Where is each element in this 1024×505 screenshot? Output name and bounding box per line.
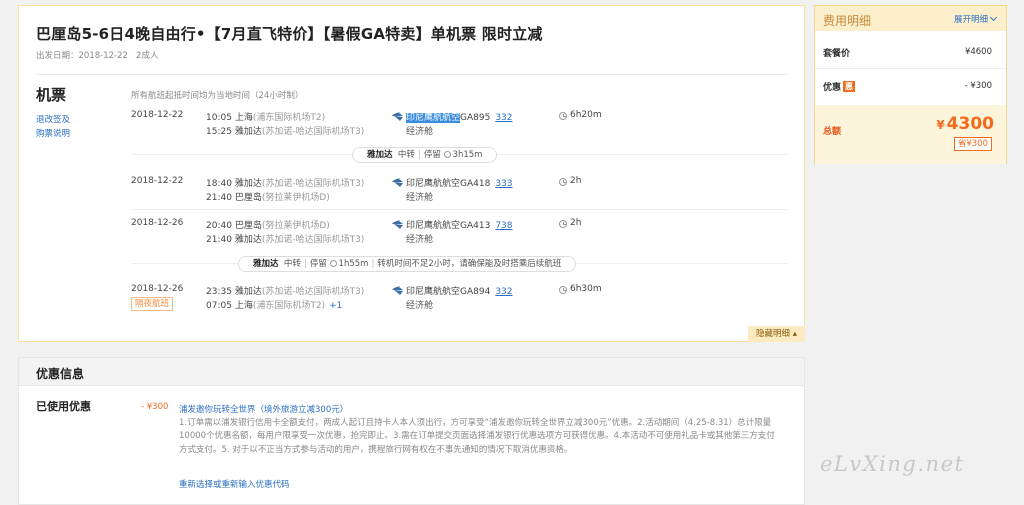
clock-icon [559,220,567,228]
fee-title: 费用明细 [823,14,872,28]
promo-section-title: 优惠信息 [36,367,85,381]
segment-2-plane-type[interactable]: 333 [495,179,512,189]
segment-3-arrival: 21:40 雅加达(苏加诺-哈达国际机场T3) [206,235,365,245]
refund-policy-link[interactable]: 退改签及 [36,113,70,125]
segment-4-plane-type[interactable]: 332 [495,287,512,297]
purchase-info-link[interactable]: 购票说明 [36,127,70,139]
expand-details-button[interactable]: 展开明细 [954,13,998,25]
next-day-indicator: +1 [329,301,343,311]
fee-summary-card: 费用明细 展开明细 套餐价 ¥4600 优惠惠 - ¥300 总额 ¥4300 … [814,5,1007,164]
transfer-info-1: 雅加达 中转 | 停留 3h15m [352,147,498,163]
total-section: 总额 ¥4300 省¥300 [815,105,1006,164]
discount-label: 优惠惠 [823,81,856,93]
time-note: 所有航班起抵时间均为当地时间（24小时制） [131,91,304,101]
segment-2-date: 2018-12-22 [131,176,184,186]
segment-1-cabin: 经济舱 [406,127,434,137]
total-price: ¥4300 [936,114,994,134]
segment-3-cabin: 经济舱 [406,235,434,245]
transfer-warning: 转机时间不足2小时，请确保能及时搭乘后续航班 [377,259,562,269]
title-divider [36,74,788,75]
clock-icon [443,151,451,158]
segment-1-plane-type[interactable]: 332 [495,113,512,123]
segment-1-airline: 印尼鹰航航空GA895 332 [406,113,513,123]
segment-3-date: 2018-12-26 [131,218,184,228]
discount-value: - ¥300 [964,81,992,91]
airline-selected-text: 印尼鹰航航空 [406,113,461,123]
segment-divider [131,209,788,210]
segment-2-arrival: 21:40 巴厘岛(努拉莱伊机场D) [206,193,330,203]
segment-2-departure: 18:40 雅加达(苏加诺-哈达国际机场T3) [206,179,365,189]
package-price-value: ¥4600 [964,47,992,57]
hide-details-button[interactable]: 隐藏明细 ▴ [748,326,805,342]
promo-description: 1.订单需以浦发银行信用卡全额支付，两成人起订且持卡人本人须出行，方可享受“浦发… [179,418,775,455]
segment-4-date: 2018-12-26 [131,284,184,294]
clock-icon [559,112,567,120]
segment-1-date: 2018-12-22 [131,110,184,120]
plane-icon [392,178,403,187]
clock-icon [559,178,567,186]
segment-3-plane-type[interactable]: 738 [495,221,512,231]
overnight-flight-tag: 隔夜航班 [131,297,174,311]
segment-4-arrival: 07:05 上海(浦东国际机场T2) +1 [206,301,343,311]
plane-icon [392,112,403,121]
segment-2-airline: 印尼鹰航航空GA418 333 [406,179,513,189]
promo-header: 优惠信息 [19,358,804,386]
transfer-info-2: 雅加达 中转 | 停留 1h55m | 转机时间不足2小时，请确保能及时搭乘后续航班 [238,256,577,272]
segment-4-cabin: 经济舱 [406,301,434,311]
promotion-card: 优惠信息 已使用优惠 - ¥300 浦发邀你玩转全世界（境外旅游立减300元） … [18,357,805,505]
clock-icon [329,260,337,267]
promo-amount: - ¥300 [141,402,169,412]
segment-1-departure: 10:05 上海(浦东国际机场T2) [206,113,326,123]
segment-1-duration: 6h20m [570,110,602,120]
flight-detail-card: 巴厘岛5-6日4晚自由行•【7月直飞特价】【暑假GA特卖】单机票 限时立减 出发… [18,5,805,342]
reselect-promo-link[interactable]: 重新选择或重新输入优惠代码 [179,478,290,490]
segment-2-duration: 2h [570,176,582,186]
segment-3-duration: 2h [570,218,582,228]
plane-icon [392,220,403,229]
departure-info: 出发日期：2018-12-22 2成人 [36,49,158,61]
caret-up-icon: ▴ [792,329,797,339]
segment-4-airline: 印尼鹰航航空GA894 332 [406,287,513,297]
traveler-count: 2成人 [136,51,159,61]
promo-name: 浦发邀你玩转全世界（境外旅游立减300元） [179,405,349,415]
segment-4-duration: 6h30m [570,284,602,294]
segment-2-cabin: 经济舱 [406,193,434,203]
flights-section-title: 机票 [36,86,67,104]
plane-icon [392,286,403,295]
discount-badge: 惠 [843,81,856,92]
segment-4-departure: 23:35 雅加达(苏加诺-哈达国际机场T3) [206,287,365,297]
savings-badge: 省¥300 [953,137,992,151]
departure-date: 2018-12-22 [78,51,128,61]
product-title: 巴厘岛5-6日4晚自由行•【7月直飞特价】【暑假GA特卖】单机票 限时立减 [36,25,543,43]
segment-3-airline: 印尼鹰航航空GA413 738 [406,221,513,231]
segment-1-arrival: 15:25 雅加达(苏加诺-哈达国际机场T3) [206,127,365,137]
watermark: eLvXing.net [820,452,965,476]
used-promo-label: 已使用优惠 [36,400,91,413]
fee-divider [815,68,1006,69]
segment-3-departure: 20:40 巴厘岛(努拉莱伊机场D) [206,221,330,231]
fee-header: 费用明细 展开明细 [815,6,1006,31]
chevron-down-icon [989,13,998,22]
total-label: 总额 [823,127,842,137]
package-price-label: 套餐价 [823,49,851,59]
clock-icon [559,286,567,294]
departure-label: 出发日期： [36,51,79,61]
